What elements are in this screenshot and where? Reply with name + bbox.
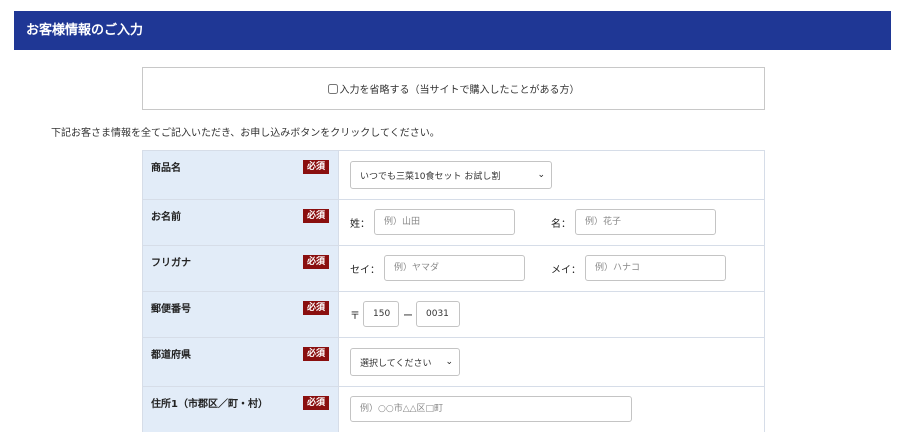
input-cell <box>339 387 764 432</box>
product-select[interactable]: いつでも三菜10食セット お試し割 ⌄ <box>350 161 552 189</box>
required-badge: 必須 <box>303 301 329 315</box>
skip-input-option[interactable]: 入力を省略する（当サイトで購入したことがある方） <box>142 67 765 110</box>
input-cell: 姓： 名： <box>339 200 764 245</box>
chevron-down-icon: ⌄ <box>537 170 545 180</box>
postal-mark: 〒 <box>350 311 360 322</box>
prefecture-select-value: 選択してください <box>360 358 432 369</box>
label-cell: 都道府県 必須 <box>143 338 339 386</box>
input-cell: セイ： メイ： <box>339 246 764 291</box>
customer-form: 商品名 必須 いつでも三菜10食セット お試し割 ⌄ お名前 必須 姓： 名： … <box>142 150 765 432</box>
first-name-field[interactable] <box>575 209 716 235</box>
first-kana-label: メイ： <box>551 265 581 276</box>
row-postal: 郵便番号 必須 〒 ー <box>142 292 765 338</box>
first-kana-field[interactable] <box>585 255 726 281</box>
skip-input-checkbox[interactable] <box>327 83 338 94</box>
last-kana-field[interactable] <box>384 255 525 281</box>
section-title: お客様情報のご入力 <box>26 23 144 38</box>
intro-text: 下記お客さま情報を全てご記入いただき、お申し込みボタンをクリックしてください。 <box>51 128 440 139</box>
row-kana: フリガナ 必須 セイ： メイ： <box>142 246 765 292</box>
label-cell: 郵便番号 必須 <box>143 292 339 337</box>
prefecture-select[interactable]: 選択してください ⌄ <box>350 348 460 376</box>
postal-code-first-field[interactable] <box>363 301 399 327</box>
section-header: お客様情報のご入力 <box>14 11 891 50</box>
row-name: お名前 必須 姓： 名： <box>142 200 765 246</box>
product-label: 商品名 <box>151 163 181 174</box>
row-product: 商品名 必須 いつでも三菜10食セット お試し割 ⌄ <box>142 151 765 200</box>
last-kana-label: セイ： <box>350 265 380 276</box>
postal-label: 郵便番号 <box>151 304 191 315</box>
row-address1: 住所1（市郡区／町・村） 必須 <box>142 387 765 432</box>
label-cell: 住所1（市郡区／町・村） 必須 <box>143 387 339 432</box>
prefecture-label: 都道府県 <box>151 350 191 361</box>
address1-field[interactable] <box>350 396 632 422</box>
skip-input-label: 入力を省略する（当サイトで購入したことがある方） <box>339 85 580 96</box>
required-badge: 必須 <box>303 255 329 269</box>
required-badge: 必須 <box>303 396 329 410</box>
postal-code-second-field[interactable] <box>416 301 460 327</box>
product-select-value: いつでも三菜10食セット お試し割 <box>360 171 501 182</box>
input-cell: 〒 ー <box>339 292 764 337</box>
address1-label: 住所1（市郡区／町・村） <box>151 399 268 410</box>
last-name-label: 姓： <box>350 219 370 230</box>
first-name-label: 名： <box>551 219 571 230</box>
label-cell: お名前 必須 <box>143 200 339 245</box>
required-badge: 必須 <box>303 347 329 361</box>
required-badge: 必須 <box>303 209 329 223</box>
postal-dash: ー <box>403 311 413 322</box>
row-prefecture: 都道府県 必須 選択してください ⌄ <box>142 338 765 387</box>
label-cell: 商品名 必須 <box>143 151 339 199</box>
input-cell: いつでも三菜10食セット お試し割 ⌄ <box>339 151 764 199</box>
required-badge: 必須 <box>303 160 329 174</box>
input-cell: 選択してください ⌄ <box>339 338 764 386</box>
name-label: お名前 <box>151 212 181 223</box>
label-cell: フリガナ 必須 <box>143 246 339 291</box>
kana-label: フリガナ <box>151 258 191 269</box>
last-name-field[interactable] <box>374 209 515 235</box>
chevron-down-icon: ⌄ <box>445 357 453 367</box>
